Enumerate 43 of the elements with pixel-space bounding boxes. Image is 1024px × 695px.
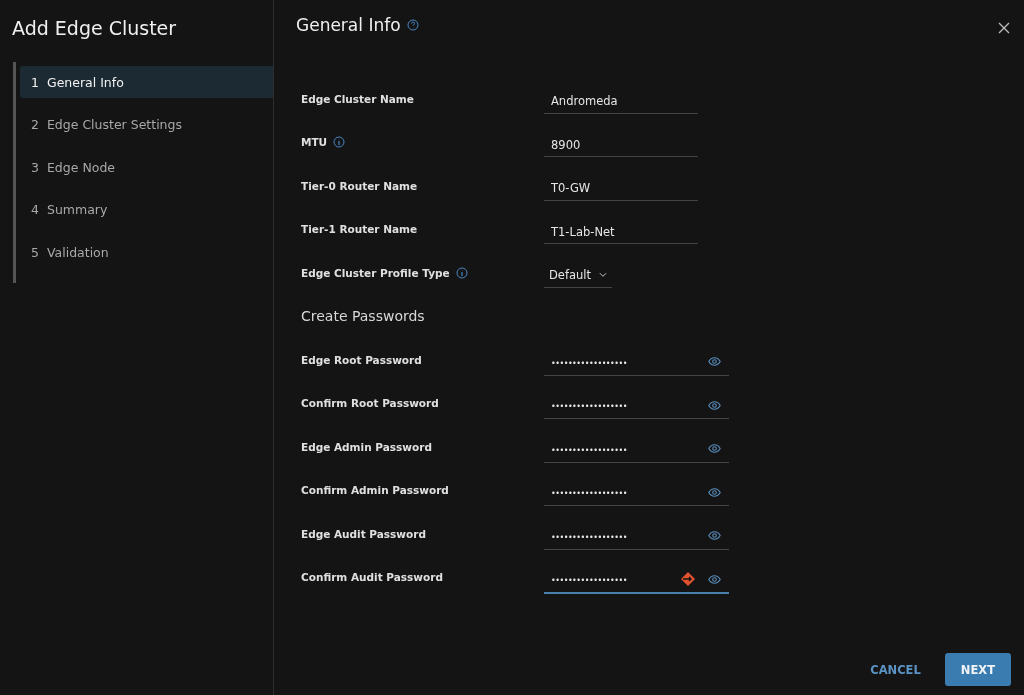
eye-icon[interactable] bbox=[708, 357, 721, 367]
info-icon[interactable] bbox=[333, 136, 346, 149]
next-button[interactable]: NEXT bbox=[944, 653, 1011, 686]
text-input-field[interactable]: Andromeda bbox=[544, 89, 698, 114]
field-label: Edge Cluster Name bbox=[301, 92, 414, 105]
profile-type-select[interactable]: Default bbox=[544, 263, 612, 288]
wizard-step[interactable]: 1 General Info bbox=[20, 66, 273, 98]
wizard-step[interactable]: 5 Validation bbox=[20, 236, 273, 268]
field-label: Tier-1 Router Name bbox=[301, 223, 418, 236]
wizard-step[interactable]: 2 Edge Cluster Settings bbox=[20, 108, 273, 141]
help-icon[interactable] bbox=[406, 19, 419, 31]
field-label: Edge Audit Password bbox=[301, 527, 426, 540]
close-button[interactable] bbox=[996, 20, 1012, 36]
text-input-field[interactable]: T0-GW bbox=[544, 176, 698, 201]
field-label: Tier-0 Router Name bbox=[301, 179, 418, 192]
cancel-button[interactable]: CANCEL bbox=[860, 653, 931, 686]
chevron-down-icon bbox=[599, 272, 607, 279]
eye-icon[interactable] bbox=[708, 400, 721, 410]
field-label: Edge Root Password bbox=[301, 353, 422, 366]
password-field[interactable]: •••••••••••••••••• bbox=[544, 438, 729, 463]
password-manager-icon[interactable] bbox=[680, 571, 696, 588]
field-label: Confirm Audit Password bbox=[301, 571, 443, 584]
text-input-field[interactable]: T1-Lab-Net bbox=[544, 220, 698, 245]
password-field[interactable]: •••••••••••••••••• bbox=[544, 482, 729, 507]
eye-icon[interactable] bbox=[708, 487, 721, 497]
wizard-step[interactable]: 4 Summary bbox=[20, 193, 273, 226]
eye-icon[interactable] bbox=[708, 444, 721, 454]
field-label: Confirm Admin Password bbox=[301, 484, 449, 497]
password-field[interactable]: •••••••••••••••••• bbox=[544, 351, 729, 376]
page-title: General Info bbox=[296, 15, 401, 35]
password-field[interactable]: •••••••••••••••••• bbox=[544, 395, 729, 420]
eye-icon[interactable] bbox=[708, 574, 721, 584]
section-heading: Create Passwords bbox=[301, 306, 426, 326]
field-label: MTU bbox=[301, 136, 328, 149]
field-label: Edge Cluster Profile Type bbox=[301, 266, 450, 279]
wizard-step[interactable]: 3 Edge Node bbox=[20, 151, 273, 183]
password-field[interactable]: •••••••••••••••••• bbox=[544, 525, 729, 550]
field-label: Edge Admin Password bbox=[301, 440, 432, 453]
wizard-title: Add Edge Cluster bbox=[12, 16, 178, 41]
text-input-field[interactable]: 8900 bbox=[544, 133, 698, 158]
info-icon[interactable] bbox=[455, 266, 468, 279]
field-label: Confirm Root Password bbox=[301, 397, 439, 410]
eye-icon[interactable] bbox=[708, 531, 721, 541]
